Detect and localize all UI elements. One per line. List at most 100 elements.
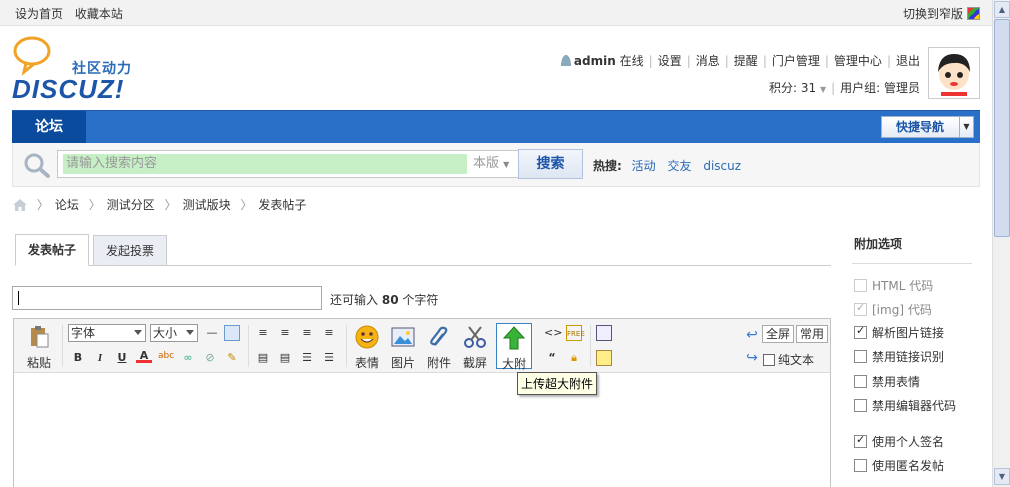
- underline-icon[interactable]: U: [114, 350, 130, 366]
- skin-palette-icon[interactable]: [967, 7, 980, 20]
- admin-center-link[interactable]: 管理中心: [834, 54, 882, 68]
- nav-tab-forum[interactable]: 论坛: [12, 111, 86, 143]
- hot-item-activity[interactable]: 活动: [632, 159, 656, 173]
- img-code-checkbox[interactable]: [854, 301, 867, 316]
- editor-textarea[interactable]: [14, 374, 830, 487]
- justify-icon[interactable]: ≡: [321, 325, 337, 341]
- scrollbar-thumb[interactable]: [994, 19, 1010, 237]
- disable-editor-code-checkbox[interactable]: [854, 399, 867, 412]
- bookmark-link[interactable]: 收藏本站: [75, 7, 123, 21]
- plaintext-toggle[interactable]: 纯文本: [763, 351, 814, 368]
- option-parse-image-links[interactable]: 解析图片链接: [854, 324, 944, 341]
- image-icon: [391, 327, 415, 347]
- hot-search-label: 热搜:: [593, 159, 622, 173]
- italic-icon[interactable]: I: [92, 350, 108, 366]
- chevron-down-icon: ▼: [819, 85, 827, 94]
- anonymous-post-checkbox[interactable]: [854, 459, 867, 472]
- subject-input[interactable]: [12, 286, 322, 310]
- hot-item-friends[interactable]: 交友: [667, 159, 691, 173]
- redo-icon[interactable]: ↪: [744, 350, 760, 366]
- media-icon[interactable]: [596, 325, 612, 341]
- remaining-chars: 还可输入 80 个字符: [330, 293, 439, 307]
- search-bar: 请输入搜索内容 本版 ▼ 搜索 热搜: 活动 交友 discuz: [12, 143, 980, 187]
- paste-button[interactable]: 粘贴: [24, 325, 54, 371]
- text-color-icon[interactable]: A: [136, 348, 152, 363]
- notices-link[interactable]: 提醒: [734, 54, 758, 68]
- attachment-button[interactable]: 附件: [424, 325, 454, 371]
- lock-icon[interactable]: 🔒︎: [566, 350, 582, 366]
- vertical-scrollbar[interactable]: ▲ ▼: [992, 0, 1010, 487]
- portal-admin-link[interactable]: 门户管理: [772, 54, 820, 68]
- breadcrumb-category[interactable]: 测试分区: [107, 198, 155, 212]
- quote-icon[interactable]: “: [544, 350, 560, 366]
- bold-icon[interactable]: B: [70, 350, 86, 366]
- tab-new-poll[interactable]: 发起投票: [93, 235, 168, 266]
- option-disable-emoji[interactable]: 禁用表情: [854, 373, 920, 390]
- avatar[interactable]: [928, 47, 980, 99]
- points-menu[interactable]: 积分: 31 ▼: [769, 81, 826, 95]
- background-color-icon[interactable]: abc: [158, 348, 174, 364]
- option-disable-editor-code[interactable]: 禁用编辑器代码: [854, 397, 956, 414]
- align-left-icon[interactable]: ≡: [255, 325, 271, 341]
- search-input[interactable]: 请输入搜索内容: [63, 154, 467, 174]
- messages-link[interactable]: 消息: [696, 54, 720, 68]
- clear-format-icon[interactable]: ✎: [224, 350, 240, 366]
- site-logo[interactable]: 社区动力 DISCUZ!: [12, 36, 147, 106]
- option-disable-link-detect[interactable]: 禁用链接识别: [854, 348, 944, 365]
- tab-new-post[interactable]: 发表帖子: [15, 234, 90, 266]
- breadcrumb-board[interactable]: 测试版块: [183, 198, 231, 212]
- html-code-checkbox[interactable]: [854, 279, 867, 292]
- scroll-up-icon[interactable]: ▲: [994, 1, 1010, 18]
- free-icon[interactable]: FREE: [566, 325, 585, 341]
- float-right-icon[interactable]: ▤: [277, 350, 293, 366]
- search-button[interactable]: 搜索: [518, 149, 583, 179]
- emoji-button[interactable]: 表情: [352, 325, 382, 371]
- disable-emoji-checkbox[interactable]: [854, 375, 867, 388]
- quick-nav-button[interactable]: 快捷导航 ▼: [881, 116, 974, 138]
- plaintext-checkbox[interactable]: [763, 354, 775, 366]
- fullscreen-button[interactable]: 全屏: [762, 325, 795, 343]
- username-link[interactable]: admin: [574, 54, 616, 68]
- parse-image-links-checkbox[interactable]: [854, 324, 867, 339]
- float-left-icon[interactable]: ▤: [255, 350, 271, 366]
- extra-options-title: 附加选项: [854, 237, 903, 251]
- screenshot-button[interactable]: 截屏: [460, 325, 490, 371]
- user-bar: admin 在线 | 设置 | 消息 | 提醒 | 门户管理 | 管理中心 | 退出: [560, 52, 920, 69]
- chevron-down-icon[interactable]: ▼: [959, 117, 973, 137]
- table-icon[interactable]: [224, 325, 240, 341]
- big-attachment-button[interactable]: 大附: [496, 323, 532, 371]
- font-family-select[interactable]: 字体: [68, 324, 146, 342]
- smiley-icon: [355, 325, 379, 349]
- option-img-code[interactable]: [img] 代码: [854, 301, 932, 318]
- hot-item-discuz[interactable]: discuz: [703, 159, 741, 173]
- insert-image-icon[interactable]: [596, 350, 612, 366]
- horizontal-rule-icon[interactable]: —: [204, 325, 220, 341]
- option-anonymous-post[interactable]: 使用匿名发帖: [854, 457, 944, 474]
- code-icon[interactable]: <>: [544, 325, 562, 341]
- breadcrumb-forum[interactable]: 论坛: [55, 198, 79, 212]
- logout-link[interactable]: 退出: [896, 54, 920, 68]
- align-center-icon[interactable]: ≡: [277, 325, 293, 341]
- unlink-icon[interactable]: ⊘: [202, 350, 218, 366]
- ordered-list-icon[interactable]: ☰: [299, 350, 315, 366]
- use-signature-checkbox[interactable]: [854, 433, 867, 448]
- align-right-icon[interactable]: ≡: [299, 325, 315, 341]
- user-icon: [560, 55, 571, 66]
- option-use-signature[interactable]: 使用个人签名: [854, 433, 944, 450]
- avatar-image: [931, 50, 977, 96]
- home-icon[interactable]: [13, 199, 27, 211]
- undo-icon[interactable]: ↩: [744, 327, 760, 343]
- image-button[interactable]: 图片: [388, 325, 418, 371]
- settings-link[interactable]: 设置: [658, 54, 682, 68]
- set-home-link[interactable]: 设为首页: [15, 7, 63, 21]
- switch-width-link[interactable]: 切换到窄版: [903, 7, 963, 21]
- scroll-down-icon[interactable]: ▼: [994, 468, 1010, 485]
- font-size-select[interactable]: 大小: [150, 324, 198, 342]
- disable-link-detect-checkbox[interactable]: [854, 350, 867, 363]
- option-html-code[interactable]: HTML 代码: [854, 277, 933, 294]
- common-button[interactable]: 常用: [796, 325, 829, 343]
- unordered-list-icon[interactable]: ☰: [321, 350, 337, 366]
- search-scope-select[interactable]: 本版 ▼: [470, 154, 516, 174]
- post-type-tabs: 发表帖子 发起投票: [15, 234, 831, 266]
- link-icon[interactable]: ∞: [180, 350, 196, 366]
